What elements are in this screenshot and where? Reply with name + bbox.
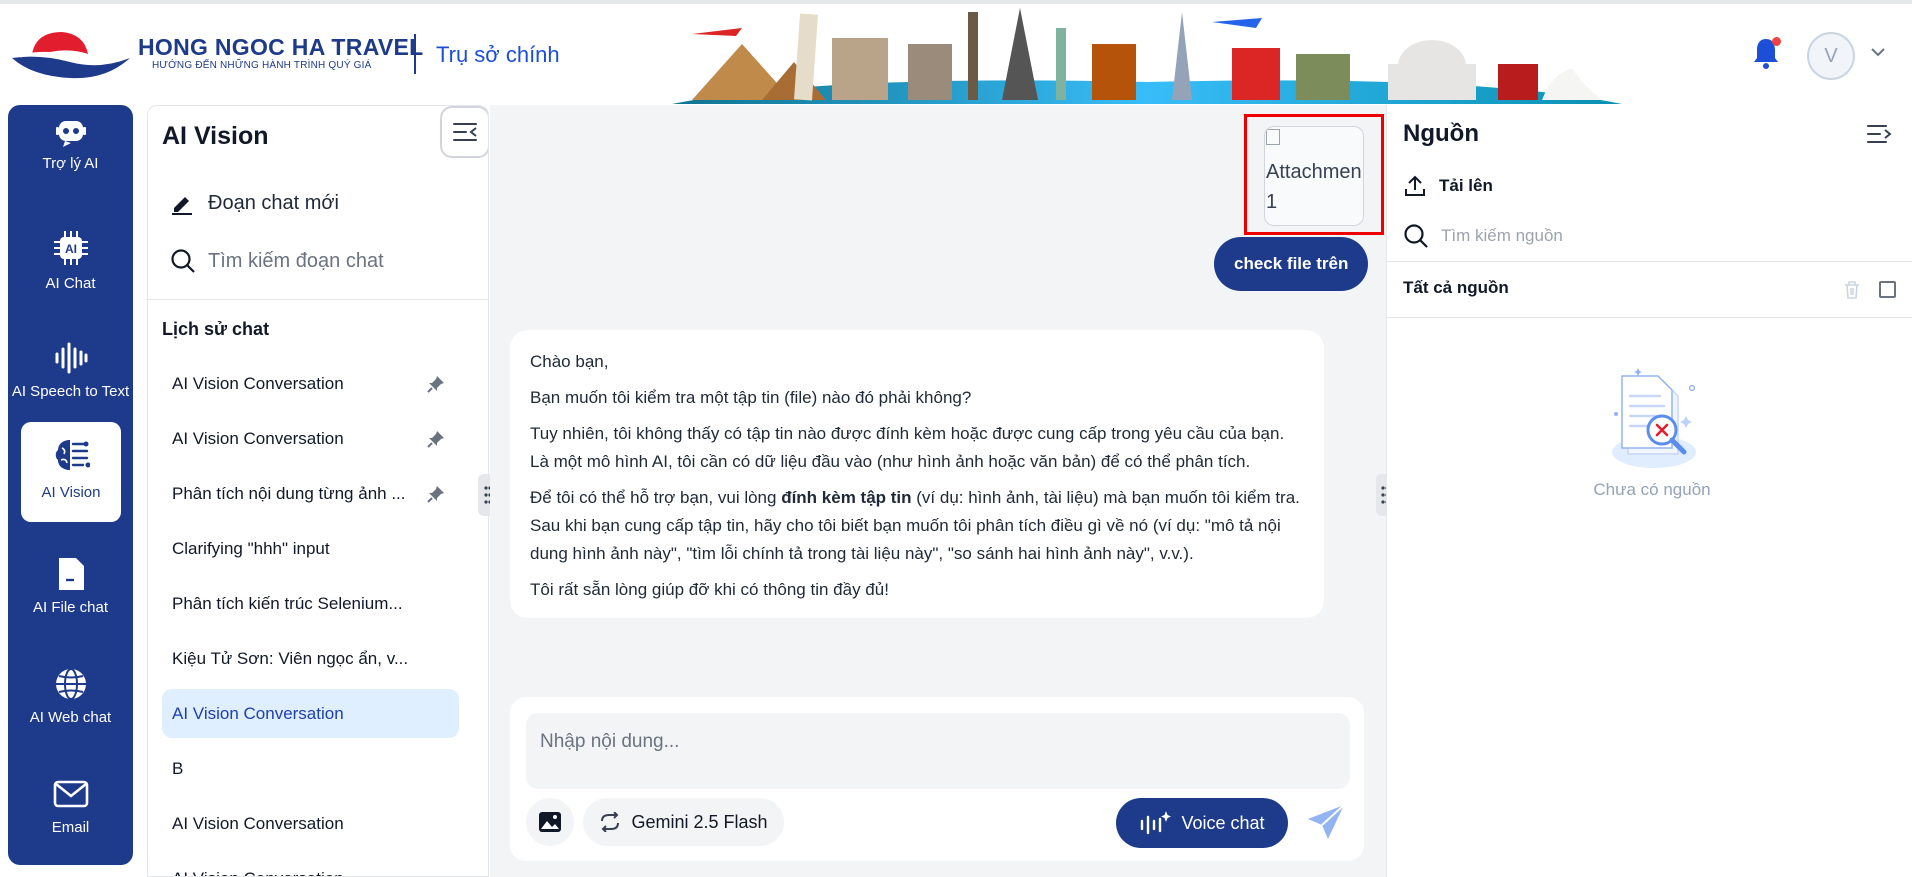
nav-label: Email [51, 819, 90, 836]
nav-label: AI Chat [45, 275, 96, 292]
trash-icon[interactable] [1843, 280, 1861, 300]
send-icon [1308, 804, 1345, 839]
app-nav-rail: Trợ lý AI AI AI Chat AI Speech to Text A… [8, 105, 133, 865]
history-item[interactable]: AI Vision Conversation [162, 799, 459, 848]
avatar[interactable]: V [1807, 32, 1855, 80]
pin-icon[interactable] [427, 485, 445, 503]
history-item[interactable]: Kiệu Tử Sơn: Viên ngọc ẩn, v... [162, 634, 459, 683]
history-item-active[interactable]: AI Vision Conversation [162, 689, 459, 738]
brand-name: HONG NGOC HA TRAVEL [138, 34, 424, 60]
nav-item-ai-vision[interactable]: AI Vision [21, 422, 121, 522]
brand-logo[interactable] [10, 28, 132, 82]
ai-message-paragraph: Bạn muốn tôi kiểm tra một tập tin (file)… [530, 388, 972, 407]
nav-item-ai-speech-to-text[interactable]: AI Speech to Text [8, 325, 133, 425]
upload-source-button[interactable]: Tải lên [1403, 172, 1493, 200]
notification-dot [1772, 37, 1781, 46]
search-icon [171, 249, 195, 273]
nav-item-ai-file-chat[interactable]: AI File chat [8, 541, 133, 641]
chat-search[interactable]: Tìm kiếm đoạn chat [170, 246, 384, 276]
ai-message-paragraph: Tuy nhiên, tôi không thấy có tập tin nào… [530, 424, 1285, 471]
chat-history-sidebar: AI Vision Đoạn chat mới Tìm kiếm đoạn ch… [147, 105, 489, 877]
file-icon [59, 558, 84, 590]
history-title: Lịch sử chat [162, 319, 270, 339]
pin-icon[interactable] [427, 375, 445, 393]
chat-search-placeholder: Tìm kiếm đoạn chat [208, 249, 384, 272]
sidebar-title: AI Vision [162, 122, 269, 150]
pin-icon[interactable] [427, 430, 445, 448]
all-sources-label: Tất cả nguồn [1403, 278, 1509, 297]
nav-label: Trợ lý AI [42, 155, 99, 172]
upload-icon [1405, 175, 1425, 196]
branch-selector[interactable]: Trụ sở chính [436, 42, 560, 68]
ai-text-bold: đính kèm tập tin [781, 488, 912, 507]
history-item[interactable]: AI Vision Conversation [162, 414, 459, 463]
sources-title: Nguồn [1403, 120, 1479, 147]
ai-message-paragraph: Tôi rất sẵn lòng giúp đỡ khi có thông ti… [530, 580, 889, 599]
ai-message: Chào bạn, Bạn muốn tôi kiểm tra một tập … [510, 330, 1324, 618]
history-item-label: AI Vision Conversation [172, 429, 344, 448]
model-selector[interactable]: Gemini 2.5 Flash [583, 798, 784, 846]
pen-icon [172, 197, 192, 215]
history-item[interactable]: AI Vision Conversation [162, 359, 459, 408]
history-item[interactable]: Phân tích kiến trúc Selenium... [162, 579, 459, 628]
nav-label: AI Vision [41, 484, 101, 501]
image-upload-button[interactable] [526, 798, 574, 846]
collapse-menu-icon[interactable] [1866, 122, 1892, 146]
ai-chip-icon: AI [54, 231, 88, 265]
upload-label: Tải lên [1439, 176, 1493, 195]
nav-item-email[interactable]: Email [8, 761, 133, 861]
brand-divider [414, 34, 416, 74]
source-search-placeholder: Tìm kiếm nguồn [1441, 226, 1563, 245]
model-label: Gemini 2.5 Flash [631, 811, 768, 832]
voice-sparkle-icon [1141, 811, 1172, 835]
empty-document-illustration [1612, 368, 1696, 468]
nav-label: AI File chat [32, 599, 109, 616]
nav-item-ai-chat[interactable]: AI AI Chat [8, 215, 133, 315]
sources-divider [1386, 261, 1912, 262]
brand-tagline: HƯỚNG ĐẾN NHỮNG HÀNH TRÌNH QUÝ GIÁ [152, 60, 372, 71]
sound-wave-icon [55, 342, 88, 374]
mail-icon [53, 780, 89, 808]
sidebar-divider [148, 299, 488, 300]
source-search[interactable]: Tìm kiếm nguồn [1403, 222, 1563, 250]
nav-item-ai-web-chat[interactable]: AI Web chat [8, 651, 133, 751]
ai-message-paragraph: Để tôi có thể hỗ trợ bạn, vui lòng đính … [530, 484, 1304, 568]
svg-text:AI: AI [65, 242, 77, 256]
history-item[interactable]: Clarifying "hhh" input [162, 524, 459, 573]
sidebar-toggle-button[interactable] [440, 106, 488, 158]
voice-chat-label: Voice chat [1181, 812, 1265, 833]
message-input[interactable] [526, 713, 1350, 789]
brain-icon [55, 440, 90, 470]
empty-sources-text: Chưa có nguồn [1593, 480, 1711, 499]
nav-label: AI Speech to Text [11, 383, 130, 400]
sources-divider [1386, 317, 1912, 318]
new-chat-label: Đoạn chat mới [208, 191, 339, 214]
highlight-box [1244, 114, 1384, 235]
history-item[interactable]: Phân tích nội dung từng ảnh ... [162, 469, 459, 518]
send-button[interactable] [1304, 800, 1348, 844]
nav-label: AI Web chat [29, 709, 112, 726]
voice-chat-button[interactable]: Voice chat [1116, 798, 1288, 848]
globe-icon [56, 668, 86, 700]
history-item[interactable]: B [162, 744, 459, 793]
search-icon [1404, 224, 1428, 248]
robot-icon [56, 121, 86, 147]
new-chat-button[interactable]: Đoạn chat mới [170, 188, 339, 218]
refresh-icon [601, 812, 620, 832]
collapse-menu-icon [453, 123, 477, 141]
landmarks-banner [672, 8, 1622, 104]
image-icon [539, 812, 561, 832]
user-message: check file trên [1214, 237, 1369, 291]
select-all-checkbox[interactable] [1879, 281, 1896, 298]
nav-item-tro-ly-ai[interactable]: Trợ lý AI [8, 105, 133, 205]
ai-text: Để tôi có thể hỗ trợ bạn, vui lòng [530, 488, 782, 507]
ai-message-paragraph: Chào bạn, [530, 352, 609, 371]
chevron-down-icon[interactable] [1870, 44, 1886, 60]
history-item-label: Phân tích nội dung từng ảnh ... [172, 484, 406, 503]
history-item[interactable]: AI Vision Conversation [162, 854, 459, 876]
history-item-label: AI Vision Conversation [172, 374, 344, 393]
